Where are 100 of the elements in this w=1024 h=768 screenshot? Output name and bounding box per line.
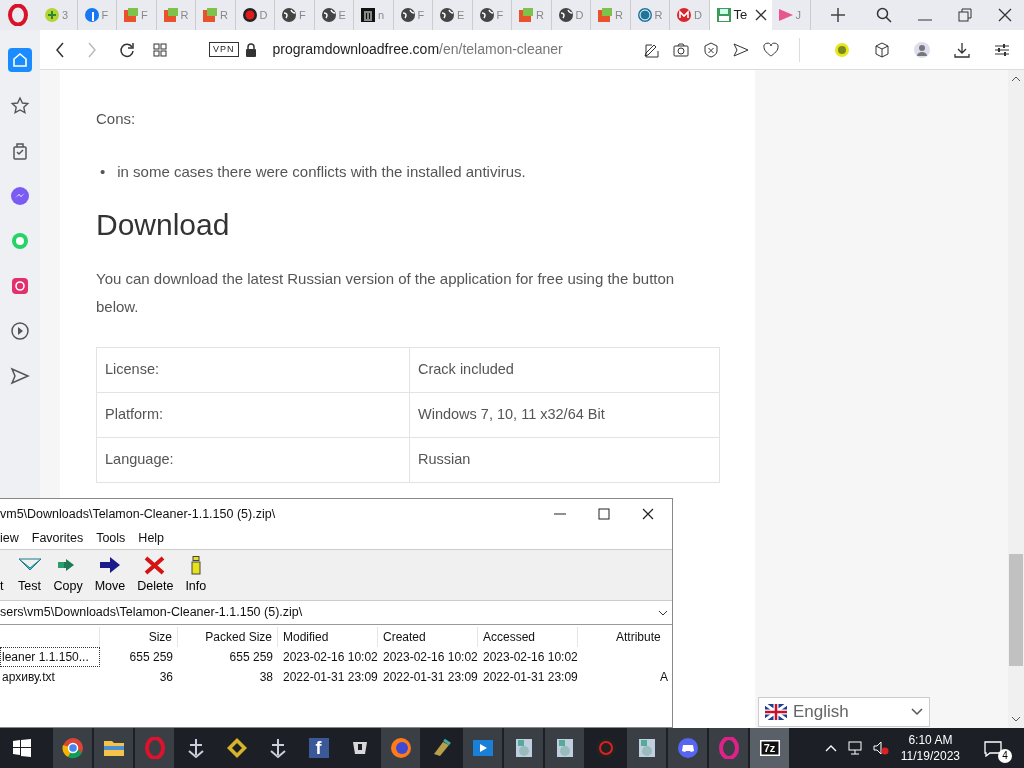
taskbar-app[interactable]	[545, 728, 584, 768]
vpn-badge[interactable]: VPN	[209, 42, 239, 57]
extension-icon[interactable]	[834, 41, 850, 58]
tab-icon	[597, 7, 613, 23]
column-header[interactable]: Packed Size	[178, 627, 278, 647]
column-header[interactable]: Created	[378, 627, 478, 647]
toolbar-button[interactable]: Info	[181, 550, 211, 602]
message-icon	[984, 740, 1002, 757]
instagram-icon	[9, 275, 31, 297]
table-cell-text: 36	[158, 669, 174, 686]
taskbar-app[interactable]	[53, 728, 92, 768]
avatar-icon[interactable]	[914, 41, 930, 58]
table-cell-text: 2023-02-16 10:02	[382, 649, 478, 666]
close-icon[interactable]	[642, 508, 654, 520]
column-header[interactable]: Attribute	[578, 627, 673, 647]
language-select[interactable]: English	[758, 697, 930, 727]
messenger-icon	[9, 185, 31, 207]
menu-item[interactable]: Help	[138, 529, 165, 549]
tab-icon	[320, 7, 337, 23]
tab-icon	[557, 7, 574, 23]
toolbar-button[interactable]: Delete	[133, 550, 178, 602]
sidebar-button[interactable]	[9, 275, 31, 297]
chat-icon	[676, 737, 699, 759]
scrollbar-thumb[interactable]	[1009, 554, 1023, 666]
table-cell: Language:	[96, 437, 410, 483]
taskbar-app[interactable]	[668, 728, 707, 768]
table-cell-text: 38	[258, 669, 274, 686]
column-header[interactable]: Modified	[278, 627, 378, 647]
column-header[interactable]: Size	[100, 627, 178, 647]
tab-icon	[636, 7, 653, 23]
chevron-up-icon[interactable]	[824, 744, 837, 752]
menu-item[interactable]: iew	[0, 529, 19, 549]
download-icon[interactable]	[954, 41, 970, 58]
restore-icon[interactable]	[958, 8, 972, 22]
send-icon[interactable]	[733, 41, 749, 58]
address-url[interactable]: programdownloadfree.com/en/telamon-cleaner	[272, 39, 563, 60]
cube-icon[interactable]	[874, 41, 890, 58]
taskbar-app[interactable]: 7z	[750, 728, 789, 768]
close-icon[interactable]	[755, 9, 768, 21]
toolbar-button[interactable]: Test	[13, 550, 46, 602]
whatsapp-icon	[9, 230, 31, 252]
tab-icon	[83, 7, 100, 23]
search-icon[interactable]	[876, 7, 892, 23]
clock[interactable]: 6:10 AM 11/19/2023	[900, 732, 960, 764]
browser-tab[interactable]: Te	[709, 0, 772, 30]
close-icon[interactable]	[998, 8, 1012, 22]
sidebar-button[interactable]	[9, 185, 31, 207]
app-icon	[758, 737, 781, 759]
ring-icon	[717, 737, 740, 759]
tab-icon	[202, 7, 218, 23]
chevron-down-icon	[658, 609, 668, 616]
file-name[interactable]: архиву.txt	[0, 667, 100, 687]
camera-icon[interactable]	[673, 41, 689, 58]
tab-icon	[44, 7, 60, 23]
table-cell-text: 2022-01-31 23:09	[482, 669, 578, 686]
toolbar-button[interactable]: t	[0, 550, 6, 602]
file-name[interactable]: leaner 1.1.150...	[0, 647, 100, 667]
sidebar-button[interactable]	[9, 95, 31, 117]
table-cell: Windows 7, 10, 11 x32/64 Bit	[409, 392, 720, 438]
paragraph: You can download the latest Russian version of the application for free using the button below.	[96, 269, 676, 317]
lock-icon	[244, 42, 257, 57]
sidebar-button[interactable]	[8, 48, 32, 72]
scroll-down-icon[interactable]	[1011, 716, 1021, 722]
taskbar-app[interactable]: f	[299, 728, 338, 768]
ring-icon	[143, 737, 166, 759]
new-tab-icon[interactable]	[831, 8, 845, 22]
browser-icon	[389, 737, 412, 759]
tabs-grid-icon[interactable]	[153, 42, 167, 57]
table-cell: Crack included	[409, 347, 720, 393]
play-icon	[9, 320, 31, 342]
table-cell-text: 655 259	[228, 649, 274, 666]
list-item: in some cases there were conflicts with the installed antivirus.	[117, 161, 526, 182]
toolbar-button[interactable]: Move	[90, 550, 130, 602]
volume-muted-icon[interactable]	[872, 740, 889, 756]
menu-item[interactable]: Tools	[96, 529, 126, 549]
heart-icon[interactable]	[763, 41, 779, 58]
cons-label: Cons:	[96, 109, 137, 129]
snap-icon[interactable]	[643, 41, 659, 58]
table-cell-text: 2023-02-16 10:02	[282, 649, 378, 666]
back-icon[interactable]	[55, 41, 65, 58]
scroll-up-icon[interactable]	[1011, 76, 1021, 82]
settings-icon[interactable]	[994, 41, 1010, 58]
tab-icon	[360, 7, 376, 23]
chevron-down-icon	[911, 708, 923, 716]
sidebar-button[interactable]	[9, 320, 31, 342]
start-icon[interactable]	[13, 739, 31, 757]
send-icon	[9, 365, 31, 387]
taskbar-app[interactable]	[627, 728, 666, 768]
maximize-icon[interactable]	[598, 508, 610, 520]
table-cell: License:	[96, 347, 410, 393]
taskbar-app[interactable]	[94, 728, 133, 768]
opera-logo-icon[interactable]	[8, 4, 28, 26]
sidebar-button[interactable]	[9, 365, 31, 387]
path-field[interactable]: sers\vm5\Downloads\Telamon-Cleaner-1.1.150 (5).zip\	[0, 601, 672, 625]
toolbar-button[interactable]: Copy	[49, 550, 87, 602]
taskbar-app[interactable]	[504, 728, 543, 768]
menu-item[interactable]: Favorites	[31, 529, 84, 549]
column-header[interactable]: Accessed	[478, 627, 578, 647]
reload-icon[interactable]	[119, 41, 135, 58]
network-icon[interactable]	[846, 740, 863, 756]
